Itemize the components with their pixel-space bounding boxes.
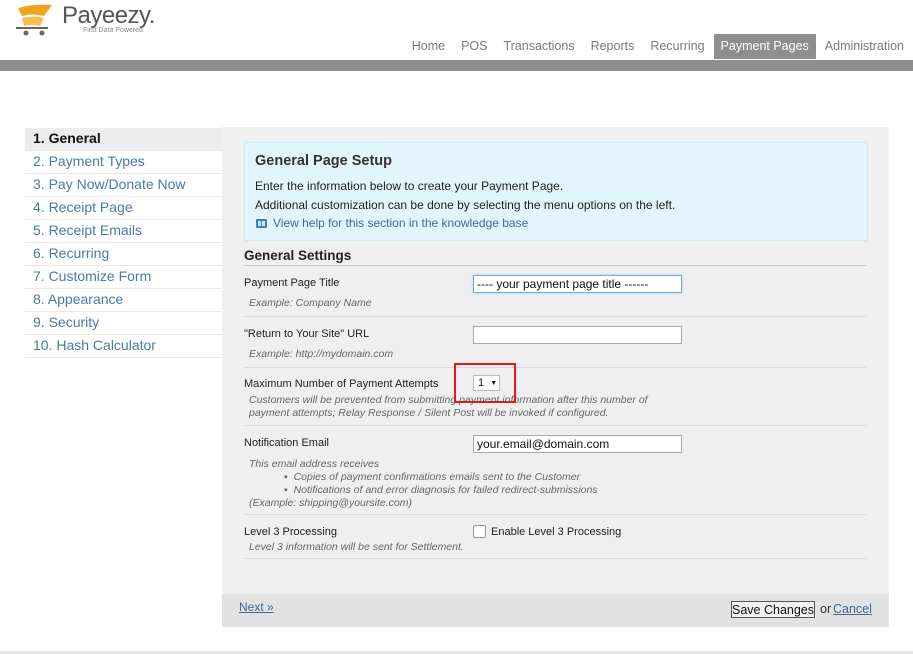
row-level3: Level 3 Processing Level 3 information w…: [244, 515, 866, 559]
sidebar-item-hash-calculator[interactable]: 10. Hash Calculator: [25, 335, 222, 358]
sidebar-item-customize-form[interactable]: 7. Customize Form: [25, 266, 222, 289]
left-sidebar: 1. General 2. Payment Types 3. Pay Now/D…: [25, 128, 222, 358]
max-attempts-hint-2: payment attempts; Relay Response / Silen…: [249, 407, 609, 419]
help-link[interactable]: View help for this section in the knowle…: [255, 216, 528, 230]
sidebar-item-appearance[interactable]: 8. Appearance: [25, 289, 222, 312]
notification-bullet-1-text: Copies of payment confirmations emails s…: [293, 471, 581, 483]
payment-page-title-hint: Example: Company Name: [249, 297, 372, 309]
return-url-hint: Example: http://mydomain.com: [249, 348, 394, 360]
level3-checkbox[interactable]: [473, 525, 486, 538]
info-text-1: Enter the information below to create yo…: [255, 179, 564, 193]
sidebar-item-receipt-emails[interactable]: 5. Receipt Emails: [25, 220, 222, 243]
sidebar-item-recurring[interactable]: 6. Recurring: [25, 243, 222, 266]
help-book-icon: [256, 218, 267, 228]
level3-hint: Level 3 information will be sent for Set…: [249, 541, 464, 553]
info-title: General Page Setup: [255, 153, 392, 169]
nav-reports[interactable]: Reports: [584, 34, 642, 59]
sidebar-item-receipt-page[interactable]: 4. Receipt Page: [25, 197, 222, 220]
sidebar-item-general[interactable]: 1. General: [25, 128, 222, 151]
notification-email-example: (Example: shipping@yoursite.com): [249, 497, 412, 509]
payeezy-logo[interactable]: Payeezy. First Data Powered: [14, 2, 155, 38]
row-return-url: "Return to Your Site" URL Example: http:…: [244, 317, 866, 368]
nav-transactions[interactable]: Transactions: [496, 34, 581, 59]
return-url-input[interactable]: [473, 326, 682, 344]
max-attempts-label: Maximum Number of Payment Attempts: [244, 378, 439, 390]
row-payment-page-title: Payment Page Title Example: Company Name: [244, 266, 866, 317]
level3-label: Level 3 Processing: [244, 526, 337, 538]
sidebar-item-payment-types[interactable]: 2. Payment Types: [25, 151, 222, 174]
notification-bullet-1: ▪ Copies of payment confirmations emails…: [284, 471, 581, 483]
or-text: or: [820, 602, 832, 616]
payment-page-title-input[interactable]: [473, 275, 682, 293]
nav-pos[interactable]: POS: [454, 34, 494, 59]
nav-administration[interactable]: Administration: [818, 34, 911, 59]
info-text-2: Additional customization can be done by …: [255, 198, 676, 212]
header-band: [0, 60, 913, 71]
highlight-box: [454, 363, 516, 403]
sidebar-item-security[interactable]: 9. Security: [25, 312, 222, 335]
return-url-label: "Return to Your Site" URL: [244, 328, 370, 340]
nav-recurring[interactable]: Recurring: [643, 34, 711, 59]
notification-bullet-2-text: Notifications of and error diagnosis for…: [293, 484, 598, 496]
save-changes-button[interactable]: Save Changes: [731, 601, 815, 618]
next-link[interactable]: Next »: [239, 600, 274, 614]
brand-name: Payeezy.: [62, 2, 155, 29]
row-max-attempts: Maximum Number of Payment Attempts Custo…: [244, 368, 866, 426]
info-box: General Page Setup Enter the information…: [244, 142, 868, 241]
notification-email-hint: This email address receives: [249, 458, 380, 470]
notification-bullet-2: ▪ Notifications of and error diagnosis f…: [284, 484, 598, 496]
row-notification-email: Notification Email This email address re…: [244, 426, 866, 515]
level3-checkbox-label[interactable]: Enable Level 3 Processing: [491, 526, 621, 538]
help-link-text[interactable]: View help for this section in the knowle…: [273, 216, 528, 230]
brand-tagline: First Data Powered: [83, 27, 143, 34]
section-title: General Settings: [244, 248, 352, 263]
sidebar-item-pay-now[interactable]: 3. Pay Now/Donate Now: [25, 174, 222, 197]
nav-home[interactable]: Home: [405, 34, 452, 59]
cancel-link[interactable]: Cancel: [833, 602, 872, 616]
max-attempts-hint-1: Customers will be prevented from submitt…: [249, 394, 648, 406]
main-nav: Home POS Transactions Reports Recurring …: [403, 34, 911, 59]
payment-page-title-label: Payment Page Title: [244, 277, 340, 289]
cart-icon: [16, 4, 52, 36]
nav-payment-pages[interactable]: Payment Pages: [713, 34, 816, 59]
notification-email-input[interactable]: [473, 435, 682, 453]
notification-email-label: Notification Email: [244, 437, 329, 449]
top-header: Payeezy. First Data Powered Home POS Tra…: [0, 0, 913, 62]
